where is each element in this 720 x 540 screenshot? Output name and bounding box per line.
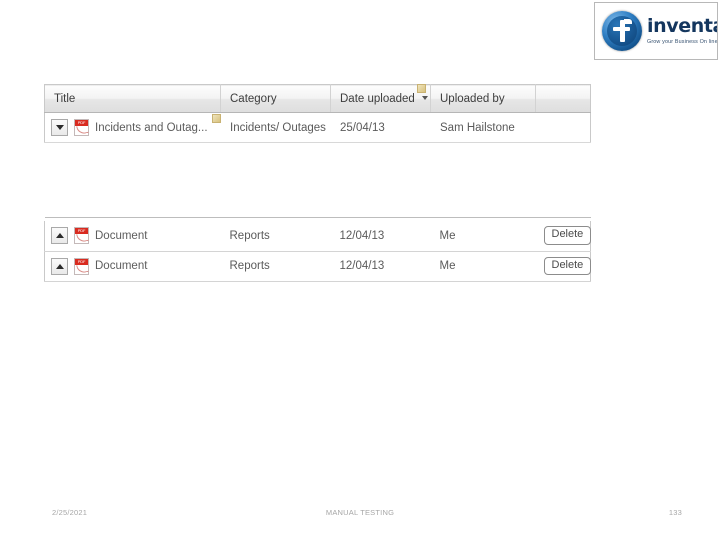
cell-category: Reports: [220, 221, 331, 252]
delete-button[interactable]: Delete: [543, 226, 592, 246]
pdf-icon-swoosh: [76, 232, 89, 244]
pdf-file-icon: PDF: [74, 119, 89, 136]
logo-tf-hook: [624, 19, 632, 24]
title-cell-content: PDF Incidents and Outag...: [51, 119, 220, 136]
document-title-link[interactable]: Document: [95, 260, 147, 272]
logo-wordmark: inventateq®: [647, 17, 717, 36]
cell-title: PDF Document: [44, 251, 221, 282]
cell-uploaded-by: Sam Hailstone: [430, 112, 536, 143]
logo-wordmark-text: inventateq: [647, 15, 717, 37]
cell-title: PDF Document: [44, 221, 221, 252]
cell-date-uploaded: 25/04/13: [330, 112, 431, 143]
logo-tagline: Grow your Business On line: [647, 39, 718, 45]
cell-title: PDF Incidents and Outag...: [44, 112, 221, 143]
callout-marker-title-cell: [212, 114, 221, 123]
chevron-up-icon[interactable]: [51, 227, 68, 245]
column-header-actions: [535, 84, 591, 113]
column-header-date-uploaded[interactable]: Date uploaded: [330, 84, 431, 113]
pdf-file-icon: PDF: [74, 227, 89, 245]
cell-uploaded-by: Me: [430, 251, 536, 282]
chevron-down-glyph: [55, 125, 64, 130]
cell-actions: Delete: [535, 251, 592, 282]
column-header-title-label: Title: [54, 92, 76, 105]
column-header-date-uploaded-label: Date uploaded: [340, 92, 415, 105]
table-row: PDF Document Reports 12/04/13 Me Delete: [44, 251, 592, 282]
cell-date-uploaded: 12/04/13: [330, 221, 431, 252]
document-title-link[interactable]: Incidents and Outag...: [95, 122, 208, 134]
cell-actions: [535, 112, 591, 143]
column-header-category[interactable]: Category: [220, 84, 331, 113]
document-library-table-bottom: PDF Document Reports 12/04/13 Me Delete …: [44, 217, 592, 285]
table-header-row: Title Category Date uploaded Uploaded by: [44, 84, 591, 113]
callout-marker-date-header: [417, 84, 426, 93]
title-cell-content: PDF Document: [51, 227, 221, 245]
column-header-category-label: Category: [230, 92, 277, 105]
column-header-uploaded-by-label: Uploaded by: [440, 92, 505, 105]
cell-actions: Delete: [535, 221, 592, 252]
table-bottom-rule-cell: [44, 280, 591, 285]
cell-uploaded-by: Me: [430, 221, 536, 252]
document-library-table-top: Title Category Date uploaded Uploaded by…: [44, 84, 591, 143]
chevron-down-icon[interactable]: [51, 119, 68, 136]
footer-title: MANUAL TESTING: [325, 508, 395, 517]
chevron-up-glyph: [55, 263, 64, 269]
column-header-uploaded-by[interactable]: Uploaded by: [430, 84, 536, 113]
table-row: PDF Document Reports 12/04/13 Me Delete: [44, 221, 592, 252]
inventateq-logo: inventateq® Grow your Business On line: [594, 2, 718, 60]
table-bottom-rule: [44, 280, 591, 285]
pdf-icon-swoosh: [76, 123, 89, 136]
pdf-icon-swoosh: [76, 262, 89, 274]
footer-page-number: 133: [668, 508, 682, 517]
delete-button[interactable]: Delete: [543, 256, 592, 276]
cell-category: Reports: [220, 251, 331, 282]
inventateq-glyph-icon: [600, 9, 644, 53]
logo-text-block: inventateq® Grow your Business On line: [644, 17, 718, 46]
document-title-link[interactable]: Document: [95, 230, 147, 242]
chevron-up-icon[interactable]: [51, 257, 68, 275]
title-cell-content: PDF Document: [51, 257, 221, 275]
sort-descending-icon[interactable]: [421, 96, 428, 101]
slide-footer: 2/25/2021 MANUAL TESTING 133: [0, 508, 720, 524]
cell-category: Incidents/ Outages: [220, 112, 331, 143]
column-header-title[interactable]: Title: [44, 84, 221, 113]
table-row: PDF Incidents and Outag... Incidents/ Ou…: [44, 112, 591, 143]
chevron-up-glyph: [55, 233, 64, 239]
pdf-file-icon: PDF: [74, 257, 89, 275]
cell-date-uploaded: 12/04/13: [330, 251, 431, 282]
